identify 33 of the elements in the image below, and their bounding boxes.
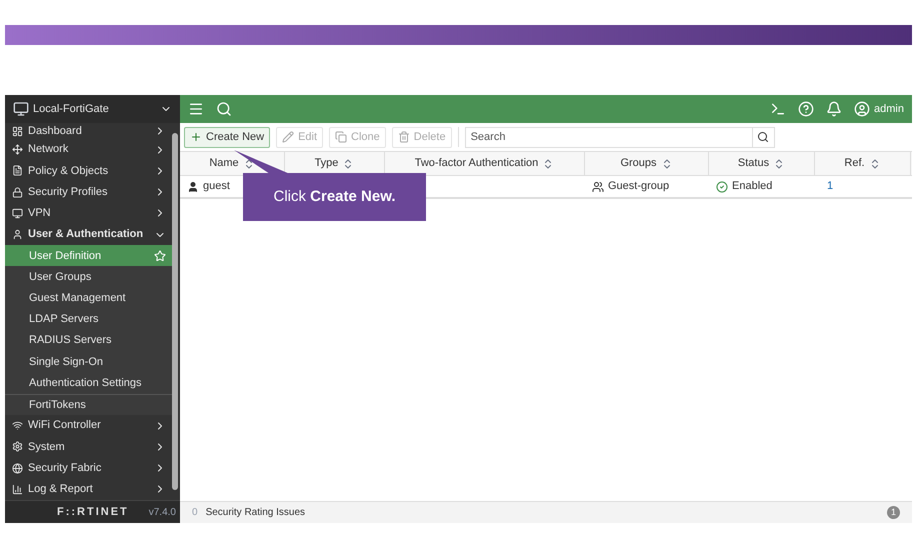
sidebar-subitem[interactable]: User Definition xyxy=(5,245,172,266)
sidebar-subitem[interactable]: Single Sign-On xyxy=(5,351,172,373)
user-menu[interactable]: admin xyxy=(854,100,904,118)
issue-badge: 1 xyxy=(887,506,900,519)
sidebar-item[interactable]: Policy & Objects xyxy=(5,160,172,182)
sidebar-item[interactable]: Security Profiles xyxy=(5,181,172,203)
sidebar-item[interactable]: Security Fabric xyxy=(5,458,172,479)
sidebar-subitem[interactable]: RADIUS Servers xyxy=(5,330,172,352)
search-field[interactable]: Search xyxy=(464,126,753,148)
sidebar-subitem[interactable]: User Groups xyxy=(5,266,172,288)
sidebar-subitem[interactable]: LDAP Servers xyxy=(5,308,172,330)
sidebar-subitem[interactable]: Guest Management xyxy=(5,288,172,309)
status-text: Security Rating Issues xyxy=(206,506,306,520)
column-header[interactable]: Status xyxy=(709,152,815,175)
sidebar-item[interactable]: VPN xyxy=(5,202,172,224)
column-header[interactable]: Ref. xyxy=(815,152,911,175)
toolbar-button[interactable]: Create New xyxy=(184,126,270,148)
table-cell: Enabled xyxy=(709,178,815,195)
reference-link[interactable]: 1 xyxy=(815,178,834,195)
sidebar-item[interactable]: System xyxy=(5,436,172,458)
sidebar-subitem[interactable]: Authentication Settings xyxy=(5,372,172,394)
sidebar-item[interactable]: Log & Report xyxy=(5,478,172,500)
sidebar-item[interactable]: Network xyxy=(5,139,172,160)
sidebar-subitem[interactable]: FortiTokens xyxy=(5,394,172,416)
issue-count: 0 xyxy=(192,506,198,520)
sidebar-item[interactable]: Dashboard xyxy=(5,123,172,139)
table-cell: Guest-group xyxy=(585,178,709,195)
sidebar-item[interactable]: User & Authentication xyxy=(5,224,172,246)
brand-logo: F::RTINET xyxy=(57,504,129,520)
column-header[interactable]: Groups xyxy=(585,152,709,175)
device-name: Local-FortiGate xyxy=(33,102,110,117)
version-label: v7.4.0 xyxy=(148,506,176,520)
sidebar-item[interactable]: WiFi Controller xyxy=(5,415,172,436)
